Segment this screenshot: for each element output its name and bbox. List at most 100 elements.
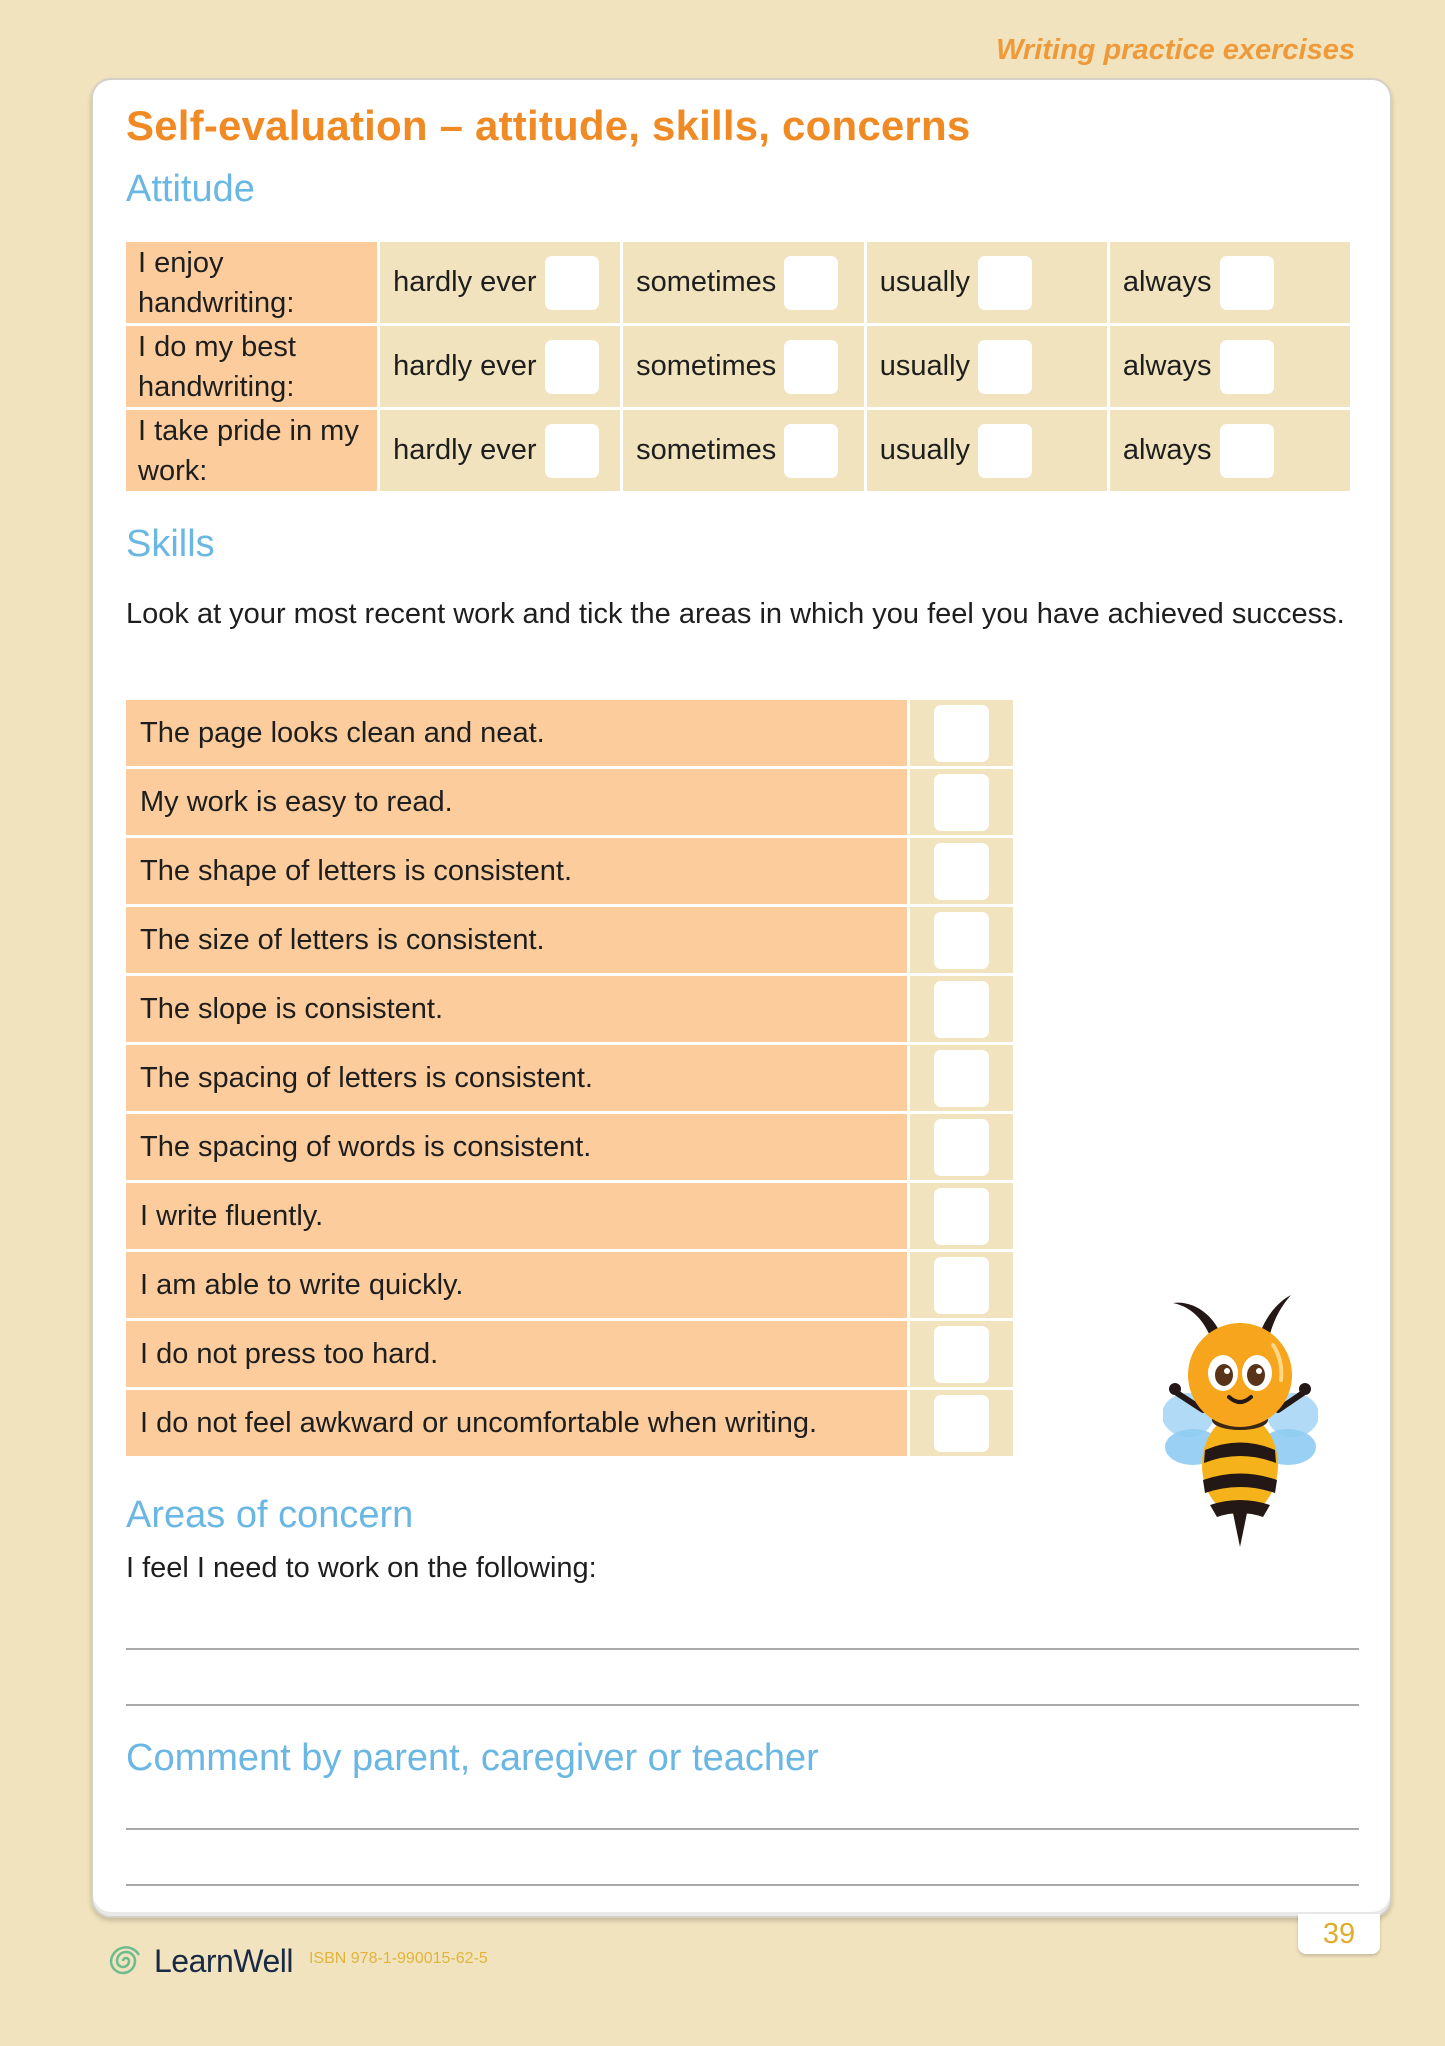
- skill-row: The spacing of words is consistent.: [126, 1114, 1013, 1180]
- skill-checkbox[interactable]: [934, 1118, 990, 1176]
- attitude-row-label: I enjoy handwriting:: [126, 242, 378, 323]
- skill-checkbox[interactable]: [934, 842, 990, 900]
- attitude-option-label: usually: [879, 350, 971, 382]
- attitude-heading: Attitude: [126, 168, 255, 210]
- skill-checkbox[interactable]: [934, 911, 990, 969]
- attitude-checkbox[interactable]: [544, 423, 599, 478]
- skill-text: The shape of letters is consistent.: [126, 838, 908, 904]
- skill-row: The page looks clean and neat.: [126, 700, 1013, 766]
- skill-row: I am able to write quickly.: [126, 1252, 1013, 1318]
- skill-text: The spacing of letters is consistent.: [126, 1045, 908, 1111]
- skill-text: My work is easy to read.: [126, 769, 908, 835]
- attitude-checkbox[interactable]: [978, 255, 1033, 310]
- attitude-checkbox[interactable]: [544, 339, 599, 394]
- attitude-option-label: sometimes: [636, 350, 777, 382]
- attitude-option-label: usually: [879, 434, 971, 466]
- attitude-option-label: sometimes: [636, 266, 777, 298]
- attitude-option-cell: hardly ever: [380, 326, 621, 407]
- skill-text: The spacing of words is consistent.: [126, 1114, 908, 1180]
- publisher-logo: LearnWell ISBN 978-1-990015-62-5: [106, 1940, 488, 1982]
- attitude-checkbox[interactable]: [978, 339, 1033, 394]
- concerns-prompt: I feel I need to work on the following:: [126, 1552, 597, 1584]
- attitude-row: I do my best handwriting: hardly ever some…: [126, 326, 1350, 407]
- skill-text: The size of letters is consistent.: [126, 907, 908, 973]
- worksheet-card: Self-evaluation – attitude, skills, conc…: [91, 78, 1392, 1918]
- attitude-option-label: hardly ever: [393, 266, 537, 298]
- skill-check-cell: [910, 1252, 1013, 1318]
- comment-writing-line[interactable]: [126, 1884, 1359, 1886]
- attitude-option-label: hardly ever: [393, 434, 537, 466]
- attitude-option-cell: usually: [866, 326, 1107, 407]
- skill-checkbox[interactable]: [934, 773, 990, 831]
- skill-text: I do not press too hard.: [126, 1321, 908, 1387]
- skill-checkbox[interactable]: [934, 1325, 990, 1383]
- skill-row: I write fluently.: [126, 1183, 1013, 1249]
- skill-check-cell: [910, 1114, 1013, 1180]
- skill-text: The page looks clean and neat.: [126, 700, 908, 766]
- attitude-option-label: always: [1122, 266, 1212, 298]
- attitude-row-label: I do my best handwriting:: [126, 326, 378, 407]
- skills-heading: Skills: [126, 523, 215, 565]
- attitude-checkbox[interactable]: [1219, 255, 1274, 310]
- skill-checkbox[interactable]: [934, 1049, 990, 1107]
- skill-check-cell: [910, 1321, 1013, 1387]
- attitude-checkbox[interactable]: [544, 255, 599, 310]
- skill-checkbox[interactable]: [934, 980, 990, 1038]
- bee-mascot-icon: [1163, 1295, 1318, 1547]
- attitude-row: I take pride in my work: hardly ever somet…: [126, 410, 1350, 491]
- attitude-option-cell: sometimes: [623, 410, 864, 491]
- skill-checkbox[interactable]: [934, 1187, 990, 1245]
- attitude-checkbox[interactable]: [978, 423, 1033, 478]
- attitude-option-cell: usually: [866, 410, 1107, 491]
- attitude-checkbox[interactable]: [1219, 339, 1274, 394]
- logo-text: LearnWell: [154, 1942, 293, 1979]
- attitude-option-cell: sometimes: [623, 242, 864, 323]
- skill-check-cell: [910, 1183, 1013, 1249]
- attitude-option-label: always: [1122, 350, 1212, 382]
- concerns-writing-line[interactable]: [126, 1648, 1359, 1650]
- attitude-option-label: usually: [879, 266, 971, 298]
- skill-row: The size of letters is consistent.: [126, 907, 1013, 973]
- skill-text: The slope is consistent.: [126, 976, 908, 1042]
- skill-text: I am able to write quickly.: [126, 1252, 908, 1318]
- skill-checkbox[interactable]: [934, 1394, 990, 1452]
- comment-heading: Comment by parent, caregiver or teacher: [126, 1737, 819, 1779]
- skill-check-cell: [910, 976, 1013, 1042]
- skills-intro: Look at your most recent work and tick t…: [126, 598, 1345, 630]
- skill-checkbox[interactable]: [934, 1256, 990, 1314]
- attitude-row: I enjoy handwriting: hardly ever sometimes…: [126, 242, 1350, 323]
- skill-check-cell: [910, 700, 1013, 766]
- spiral-logo-icon: [109, 1946, 141, 1975]
- attitude-checkbox[interactable]: [784, 339, 839, 394]
- skill-row: I do not feel awkward or uncomfortable w…: [126, 1390, 1013, 1456]
- skill-row: I do not press too hard.: [126, 1321, 1013, 1387]
- attitude-option-cell: hardly ever: [380, 242, 621, 323]
- attitude-option-cell: always: [1109, 326, 1350, 407]
- isbn: ISBN 978-1-990015-62-5: [308, 1950, 488, 1967]
- skill-row: My work is easy to read.: [126, 769, 1013, 835]
- concerns-heading: Areas of concern: [126, 1494, 414, 1536]
- page-number: 39: [1298, 1914, 1380, 1954]
- skill-check-cell: [910, 907, 1013, 973]
- attitude-option-label: always: [1122, 434, 1212, 466]
- attitude-option-cell: sometimes: [623, 326, 864, 407]
- skill-checkbox[interactable]: [934, 704, 990, 762]
- concerns-writing-line[interactable]: [126, 1704, 1359, 1706]
- attitude-row-label: I take pride in my work:: [126, 410, 378, 491]
- skill-row: The slope is consistent.: [126, 976, 1013, 1042]
- attitude-option-cell: usually: [866, 242, 1107, 323]
- attitude-option-label: sometimes: [636, 434, 777, 466]
- attitude-checkbox[interactable]: [784, 423, 839, 478]
- skill-row: The shape of letters is consistent.: [126, 838, 1013, 904]
- attitude-option-label: hardly ever: [393, 350, 537, 382]
- skill-text: I write fluently.: [126, 1183, 908, 1249]
- attitude-table: I enjoy handwriting: hardly ever sometimes…: [123, 239, 1353, 494]
- attitude-checkbox[interactable]: [1219, 423, 1274, 478]
- attitude-checkbox[interactable]: [784, 255, 839, 310]
- skill-check-cell: [910, 838, 1013, 904]
- comment-writing-line[interactable]: [126, 1828, 1359, 1830]
- skill-text: I do not feel awkward or uncomfortable w…: [126, 1390, 908, 1456]
- attitude-option-cell: always: [1109, 410, 1350, 491]
- skill-row: The spacing of letters is consistent.: [126, 1045, 1013, 1111]
- skills-table: The page looks clean and neat. My work is…: [123, 697, 1016, 1459]
